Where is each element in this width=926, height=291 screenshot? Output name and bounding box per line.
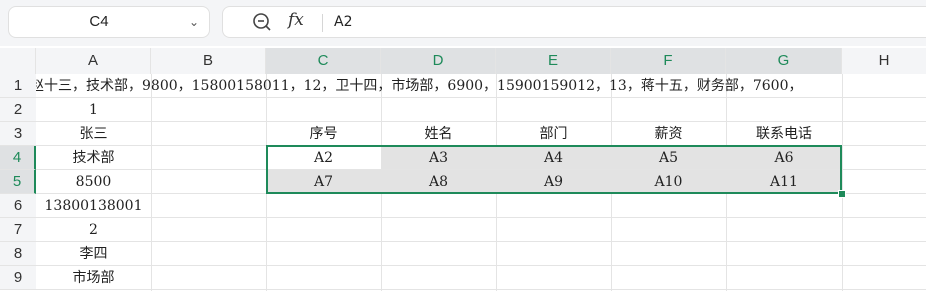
formula-bar: C4 ⌄ fx A2 (0, 0, 926, 46)
column-header-h[interactable]: H (842, 48, 926, 74)
row-header-4[interactable]: 4 (0, 146, 36, 170)
cell-a1[interactable]: 赵十三，技术部，9800，15800158011，12，卫十四，市场部，6900… (30, 74, 802, 98)
cell-g3[interactable]: 联系电话 (726, 122, 842, 146)
cell-c3[interactable]: 序号 (266, 122, 381, 146)
name-box[interactable]: C4 ⌄ (8, 6, 210, 38)
cell-f3[interactable]: 薪资 (611, 122, 726, 146)
row-header-3[interactable]: 3 (0, 122, 36, 146)
select-all-corner[interactable] (0, 48, 36, 74)
row-header-5[interactable]: 5 (0, 170, 36, 194)
selection-range-border (266, 145, 842, 194)
row-header-1[interactable]: 1 (0, 74, 36, 98)
cell-a8[interactable]: 李四 (36, 242, 151, 266)
column-header-e[interactable]: E (496, 48, 611, 74)
cell-a2[interactable]: 1 (36, 98, 151, 122)
row-header-9[interactable]: 9 (0, 266, 36, 290)
column-header-f[interactable]: F (611, 48, 726, 74)
formula-text[interactable]: A2 (334, 0, 352, 44)
row-header-6[interactable]: 6 (0, 194, 36, 218)
column-header-a[interactable]: A (36, 48, 151, 74)
cell-a9[interactable]: 市场部 (36, 266, 151, 290)
cell-a6[interactable]: 13800138001 (36, 194, 151, 218)
row-header-7[interactable]: 7 (0, 218, 36, 242)
cell-a4[interactable]: 技术部 (36, 146, 151, 170)
row-header-2[interactable]: 2 (0, 98, 36, 122)
cell-a3[interactable]: 张三 (36, 122, 151, 146)
cell-e3[interactable]: 部门 (496, 122, 611, 146)
column-header-g[interactable]: G (726, 48, 842, 74)
column-header-d[interactable]: D (381, 48, 496, 74)
column-header-b[interactable]: B (151, 48, 266, 74)
cell-d3[interactable]: 姓名 (381, 122, 496, 146)
row-header-8[interactable]: 8 (0, 242, 36, 266)
formula-separator (322, 14, 323, 32)
formula-input-box[interactable] (222, 6, 926, 38)
cell-a7[interactable]: 2 (36, 218, 151, 242)
zoom-out-icon[interactable] (252, 12, 272, 32)
row-1-overflow[interactable]: 赵十三，技术部，9800，15800158011，12，卫十四，市场部，6900… (0, 74, 926, 98)
fill-handle[interactable] (838, 190, 846, 198)
column-header-c[interactable]: C (266, 48, 381, 74)
name-box-value: C4 (89, 13, 109, 30)
function-icon[interactable]: fx (288, 10, 304, 30)
chevron-down-icon[interactable]: ⌄ (189, 7, 199, 37)
cell-a5[interactable]: 8500 (36, 170, 151, 194)
